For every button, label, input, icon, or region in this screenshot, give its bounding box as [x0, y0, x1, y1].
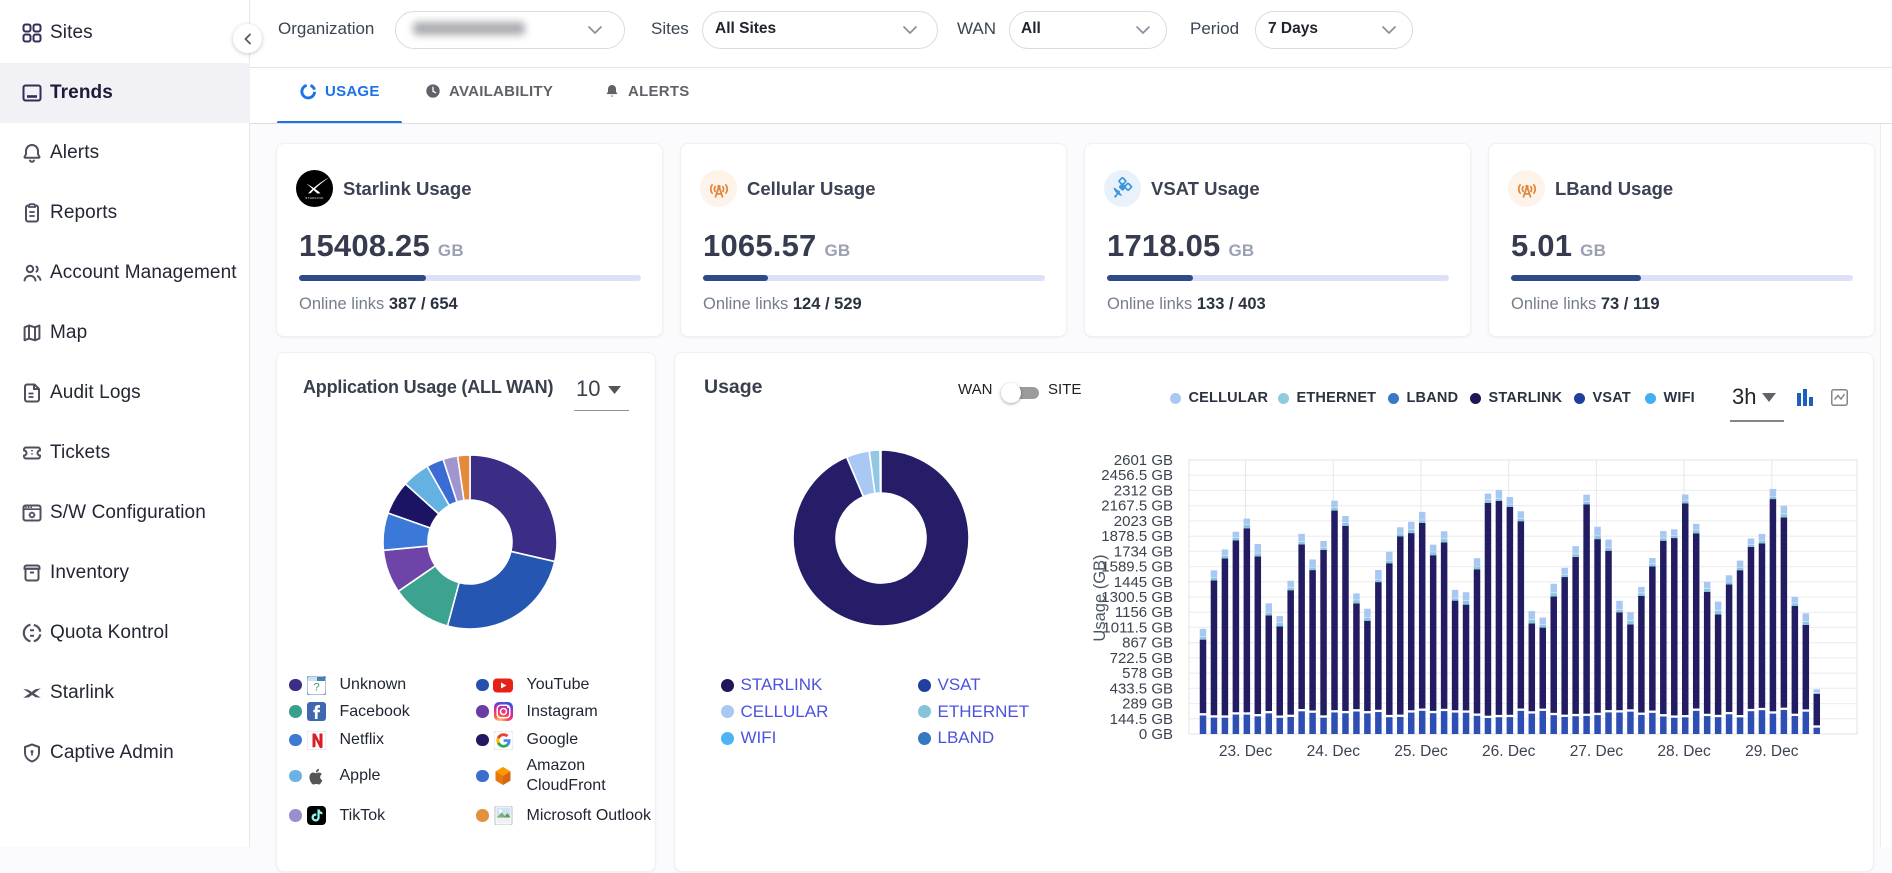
svg-text:1011.5 GB: 1011.5 GB [1102, 619, 1173, 636]
svg-text:29. Dec: 29. Dec [1745, 743, 1799, 760]
svg-text:2167.5 GB: 2167.5 GB [1101, 498, 1173, 515]
svg-text:2456.5 GB: 2456.5 GB [1101, 467, 1173, 484]
svg-text:722.5 GB: 722.5 GB [1110, 650, 1173, 667]
svg-text:25. Dec: 25. Dec [1394, 743, 1448, 760]
svg-text:23. Dec: 23. Dec [1219, 743, 1273, 760]
svg-text:26. Dec: 26. Dec [1482, 743, 1536, 760]
svg-text:144.5 GB: 144.5 GB [1110, 711, 1173, 728]
svg-text:Usage (GB): Usage (GB) [1091, 554, 1109, 641]
svg-text:?: ? [313, 681, 319, 693]
svg-text:STARLINK: STARLINK [305, 196, 323, 200]
svg-text:867 GB: 867 GB [1122, 635, 1173, 652]
svg-text:2312 GB: 2312 GB [1114, 482, 1173, 499]
svg-text:27. Dec: 27. Dec [1570, 743, 1624, 760]
svg-text:289 GB: 289 GB [1122, 696, 1173, 713]
svg-text:2601 GB: 2601 GB [1114, 452, 1173, 469]
svg-text:0 GB: 0 GB [1139, 726, 1173, 743]
svg-text:1445 GB: 1445 GB [1114, 574, 1173, 591]
svg-text:433.5 GB: 433.5 GB [1110, 680, 1173, 697]
svg-text:1734 GB: 1734 GB [1114, 543, 1173, 560]
svg-text:1878.5 GB: 1878.5 GB [1101, 528, 1173, 545]
svg-text:578 GB: 578 GB [1122, 665, 1173, 682]
svg-text:1589.5 GB: 1589.5 GB [1101, 559, 1173, 576]
svg-text:1300.5 GB: 1300.5 GB [1101, 589, 1173, 606]
svg-text:1156 GB: 1156 GB [1115, 604, 1173, 621]
svg-text:2023 GB: 2023 GB [1114, 513, 1173, 530]
svg-text:24. Dec: 24. Dec [1307, 743, 1361, 760]
svg-text:28. Dec: 28. Dec [1657, 743, 1711, 760]
